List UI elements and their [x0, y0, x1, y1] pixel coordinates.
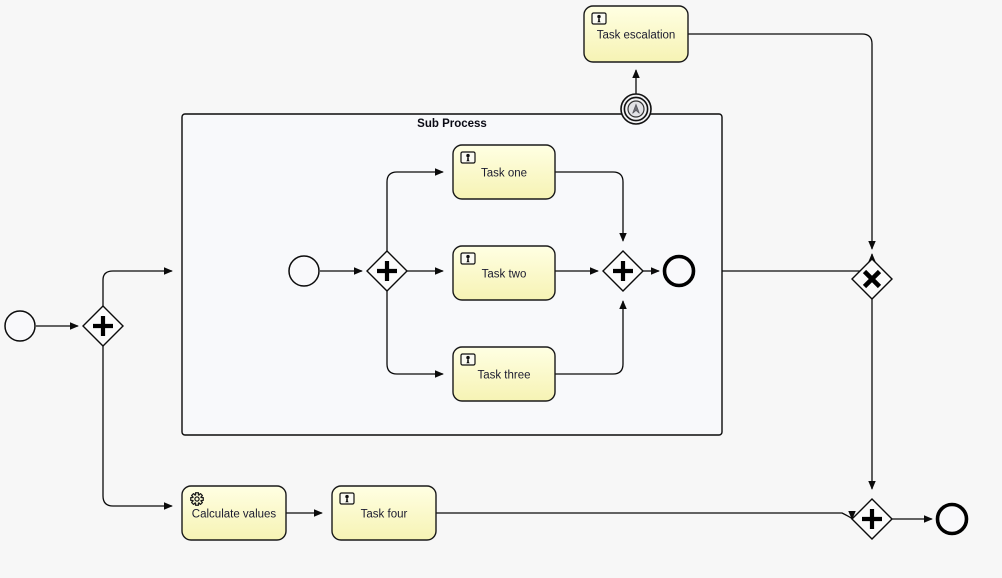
flow-split-to-calculate[interactable] [102, 346, 173, 510]
icon-head [597, 14, 601, 19]
subprocess-label: Sub Process [417, 118, 487, 130]
subprocess-end-event[interactable] [662, 254, 696, 288]
task-task-one[interactable]: Task one [452, 144, 556, 200]
icon-head [345, 494, 349, 499]
task-calculate-values[interactable]: Calculate values [181, 485, 287, 541]
task-task-four[interactable]: Task four [331, 485, 437, 541]
user-task-icon [591, 12, 607, 25]
task-task-two[interactable]: Task two [452, 245, 556, 301]
bpmn-diagram: Sub Process Task escalation Task one Task … [4, 5, 969, 541]
task-label: Task one [481, 168, 527, 180]
gateway-split-parallel[interactable] [82, 305, 124, 347]
gateway-merge-parallel[interactable] [851, 498, 893, 540]
user-task-icon [460, 151, 476, 164]
start-event-circle [4, 310, 36, 342]
task-label: Task three [477, 370, 530, 382]
task-label: Calculate values [192, 509, 277, 521]
icon-head [466, 355, 470, 360]
start-event-circle [288, 255, 320, 287]
user-task-icon [460, 353, 476, 366]
icon-head [466, 153, 470, 158]
end-event-circle [935, 502, 969, 536]
task-label: Task escalation [597, 30, 676, 42]
user-task-icon [339, 492, 355, 505]
flow-split-to-subprocess[interactable] [102, 267, 173, 306]
task-task-escalation[interactable]: Task escalation [583, 5, 689, 63]
flow-subprocess-to-exclusive[interactable] [722, 253, 876, 282]
end-event[interactable] [935, 502, 969, 536]
end-event-circle [662, 254, 696, 288]
boundary-escalation-event[interactable] [620, 93, 652, 125]
flow-task-four-to-merge[interactable] [436, 510, 856, 520]
task-label: Task two [482, 269, 527, 281]
gateway-exclusive[interactable] [851, 258, 893, 300]
icon-head [466, 254, 470, 259]
task-task-three[interactable]: Task three [452, 346, 556, 402]
user-task-icon [460, 252, 476, 265]
subprocess-container[interactable]: Sub Process [181, 113, 723, 436]
bpmn-canvas: Sub Process Task escalation Task one Task … [0, 0, 1002, 578]
task-label: Task four [361, 509, 408, 521]
start-event[interactable] [4, 310, 36, 342]
subprocess-start-event[interactable] [288, 255, 320, 287]
subprocess-box[interactable] [181, 113, 723, 436]
